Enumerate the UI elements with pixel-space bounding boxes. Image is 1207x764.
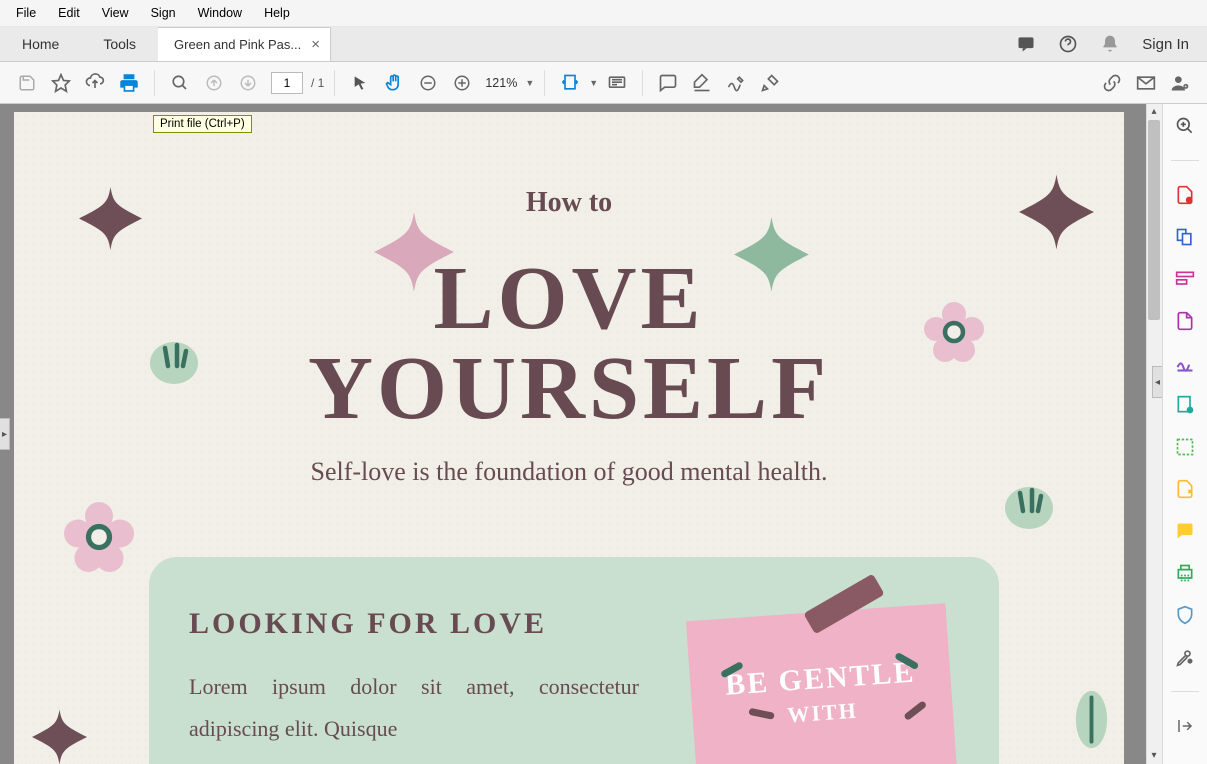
tab-tools[interactable]: Tools <box>81 27 158 61</box>
zoom-level-label[interactable]: 121% <box>485 76 517 90</box>
export-pdf-icon[interactable] <box>1173 309 1197 333</box>
menu-file[interactable]: File <box>6 3 46 23</box>
flower-decoration-icon <box>64 502 134 572</box>
cloud-upload-icon[interactable] <box>80 68 110 98</box>
card-body: Lorem ipsum dolor sit amet, consectetur … <box>189 666 639 750</box>
next-page-icon[interactable] <box>233 68 263 98</box>
sign-in-button[interactable]: Sign In <box>1142 36 1189 53</box>
email-icon[interactable] <box>1131 68 1161 98</box>
sparkle-decoration-icon <box>79 187 149 257</box>
doc-title-line2: YOURSELF <box>308 337 830 440</box>
protect-icon[interactable] <box>1173 603 1197 627</box>
sparkle-decoration-icon <box>734 212 809 297</box>
svg-text:+: + <box>1188 408 1192 414</box>
edit-pdf-icon[interactable] <box>1173 267 1197 291</box>
sparkle-decoration-icon <box>1019 172 1094 252</box>
flower-decoration-icon <box>924 302 984 362</box>
more-tools-icon[interactable]: + <box>1173 645 1197 669</box>
scroll-down-icon[interactable]: ▾ <box>1146 748 1162 764</box>
star-icon[interactable] <box>46 68 76 98</box>
read-mode-icon[interactable] <box>602 68 632 98</box>
sign-draw-icon[interactable] <box>721 68 751 98</box>
scroll-up-icon[interactable]: ▴ <box>1146 104 1162 120</box>
organize-pages-icon[interactable]: + <box>1173 393 1197 417</box>
document-tab[interactable]: Green and Pink Pas... × <box>158 27 331 61</box>
document-viewport[interactable]: ▸ <box>0 104 1162 764</box>
svg-text:+: + <box>1189 659 1192 665</box>
menu-edit[interactable]: Edit <box>48 3 90 23</box>
create-pdf-icon[interactable]: + <box>1173 183 1197 207</box>
collapse-panel-icon[interactable] <box>1173 714 1197 738</box>
scrollbar-thumb[interactable] <box>1148 120 1160 320</box>
selection-arrow-icon[interactable] <box>345 68 375 98</box>
prev-page-icon[interactable] <box>199 68 229 98</box>
toolbar: / 1 121% ▼ ▼ + <box>0 62 1207 104</box>
svg-text:+: + <box>1184 84 1187 90</box>
share-person-icon[interactable]: + <box>1165 68 1195 98</box>
menu-sign[interactable]: Sign <box>141 3 186 23</box>
zoom-out-icon[interactable] <box>413 68 443 98</box>
comment-tool-icon[interactable] <box>1173 519 1197 543</box>
zoom-dropdown-caret-icon[interactable]: ▼ <box>525 78 534 88</box>
fit-width-icon[interactable] <box>555 68 585 98</box>
page-number-input[interactable] <box>271 72 303 94</box>
page-total-label: / 1 <box>311 76 324 90</box>
tab-home[interactable]: Home <box>0 27 81 61</box>
doc-pretitle: How to <box>526 187 612 219</box>
help-icon[interactable] <box>1058 34 1078 54</box>
print-tooltip: Print file (Ctrl+P) <box>153 115 252 133</box>
menu-help[interactable]: Help <box>254 3 300 23</box>
combine-files-icon[interactable] <box>1173 225 1197 249</box>
doc-title-line1: LOVE <box>433 247 704 350</box>
hand-pan-icon[interactable] <box>379 68 409 98</box>
fit-dropdown-caret-icon[interactable]: ▼ <box>589 78 598 88</box>
comment-icon[interactable] <box>653 68 683 98</box>
vertical-scrollbar[interactable]: ▴ ▾ <box>1146 104 1162 764</box>
chat-icon[interactable] <box>1016 34 1036 54</box>
right-panel-collapse-icon[interactable]: ◂ <box>1152 366 1162 398</box>
highlight-icon[interactable] <box>687 68 717 98</box>
search-tool-icon[interactable] <box>1173 114 1197 138</box>
tab-bar: Home Tools Green and Pink Pas... × Sign … <box>0 27 1207 62</box>
leaf-decoration-icon <box>144 327 204 387</box>
close-tab-icon[interactable]: × <box>311 36 320 53</box>
redact-icon[interactable] <box>1173 435 1197 459</box>
save-icon[interactable] <box>12 68 42 98</box>
left-panel-expand-icon[interactable]: ▸ <box>0 418 10 450</box>
menu-view[interactable]: View <box>92 3 139 23</box>
find-icon[interactable] <box>165 68 195 98</box>
menu-window[interactable]: Window <box>188 3 252 23</box>
doc-subtitle: Self-love is the foundation of good ment… <box>311 457 828 487</box>
leaf-decoration-icon <box>999 472 1059 532</box>
zoom-in-icon[interactable] <box>447 68 477 98</box>
menu-bar: File Edit View Sign Window Help <box>0 0 1207 27</box>
print-production-icon[interactable] <box>1173 561 1197 585</box>
bell-icon[interactable] <box>1100 34 1120 54</box>
svg-text:+: + <box>1187 198 1191 204</box>
compress-icon[interactable] <box>1173 477 1197 501</box>
print-icon[interactable] <box>114 68 144 98</box>
tools-side-panel: + + + <box>1162 104 1207 764</box>
fill-sign-icon[interactable] <box>1173 351 1197 375</box>
sparkle-decoration-icon <box>32 707 87 764</box>
link-icon[interactable] <box>1097 68 1127 98</box>
document-tab-label: Green and Pink Pas... <box>174 37 301 52</box>
stamp-icon[interactable] <box>755 68 785 98</box>
pdf-page: How to LOVE YOURSELF Self-love is the fo… <box>14 112 1124 764</box>
leaf-decoration-icon <box>1069 687 1114 752</box>
